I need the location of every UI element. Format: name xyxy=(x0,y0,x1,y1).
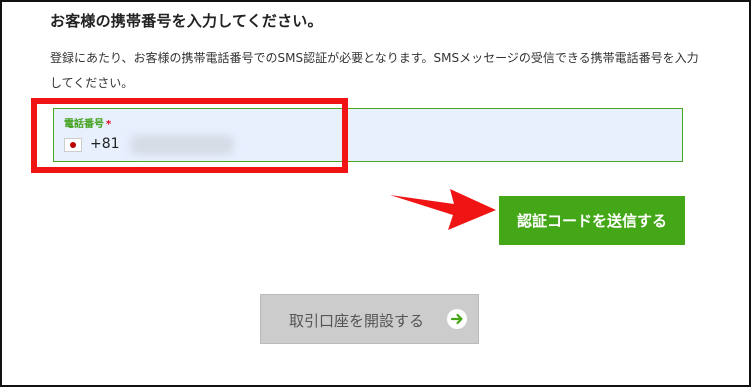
open-trading-account-button[interactable]: 取引口座を開設する xyxy=(260,294,479,344)
screenshot-frame: お客様の携帯番号を入力してください。 登録にあたり、お客様の携帯電話番号でのSM… xyxy=(0,0,751,387)
red-arrow-icon xyxy=(390,189,496,230)
page-title: お客様の携帯番号を入力してください。 xyxy=(50,12,323,30)
send-verification-code-button[interactable]: 認証コードを送信する xyxy=(499,196,685,245)
page-description: 登録にあたり、お客様の携帯電話番号でのSMS認証が必要となります。SMSメッセー… xyxy=(50,51,699,90)
open-account-label: 取引口座を開設する xyxy=(289,312,425,330)
red-highlight-annotation xyxy=(31,98,348,173)
arrow-right-circle-icon xyxy=(447,309,467,329)
